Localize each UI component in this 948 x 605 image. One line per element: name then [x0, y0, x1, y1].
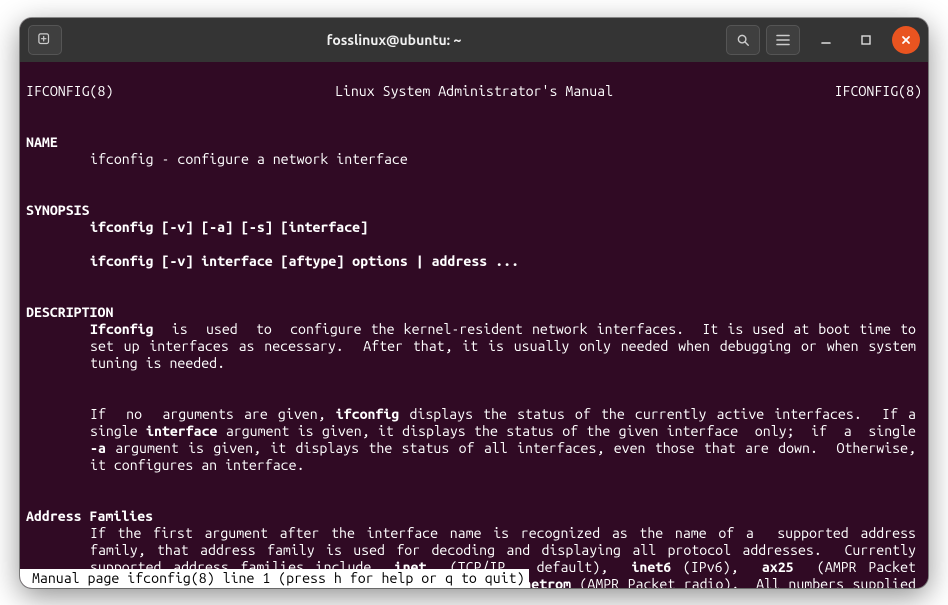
hamburger-icon: [776, 34, 790, 46]
titlebar: fosslinux@ubuntu: ~: [20, 18, 928, 62]
manpage-header: IFCONFIG(8)Linux System Administrator's …: [26, 83, 922, 100]
close-button[interactable]: [892, 26, 920, 54]
hamburger-menu-button[interactable]: [766, 25, 800, 55]
section-description-heading: DESCRIPTION: [26, 304, 113, 320]
window-title: fosslinux@ubuntu: ~: [68, 32, 720, 48]
new-tab-button[interactable]: [28, 25, 62, 55]
description-p2: If no arguments are given, ifconfig disp…: [90, 406, 916, 474]
minimize-icon: [820, 34, 832, 46]
new-tab-icon: [38, 33, 52, 47]
section-name-heading: NAME: [26, 134, 58, 150]
synopsis-line-1: ifconfig [-v] [-a] [-s] [interface]: [90, 219, 922, 236]
section-addrfam-heading: Address Families: [26, 508, 153, 524]
search-icon: [736, 33, 750, 47]
synopsis-line-2: ifconfig [-v] interface [aftype] options…: [90, 253, 922, 270]
terminal-viewport[interactable]: IFCONFIG(8)Linux System Administrator's …: [20, 62, 928, 588]
close-icon: [900, 34, 912, 46]
pager-status-line: Manual page ifconfig(8) line 1 (press h …: [20, 569, 529, 588]
terminal-window: fosslinux@ubuntu: ~: [20, 18, 928, 588]
section-synopsis-heading: SYNOPSIS: [26, 202, 90, 218]
description-p1: Ifconfig is used to configure the kernel…: [90, 321, 916, 372]
maximize-button[interactable]: [852, 26, 880, 54]
name-line: ifconfig - configure a network interface: [90, 151, 922, 168]
search-button[interactable]: [726, 25, 760, 55]
maximize-icon: [860, 34, 872, 46]
minimize-button[interactable]: [812, 26, 840, 54]
